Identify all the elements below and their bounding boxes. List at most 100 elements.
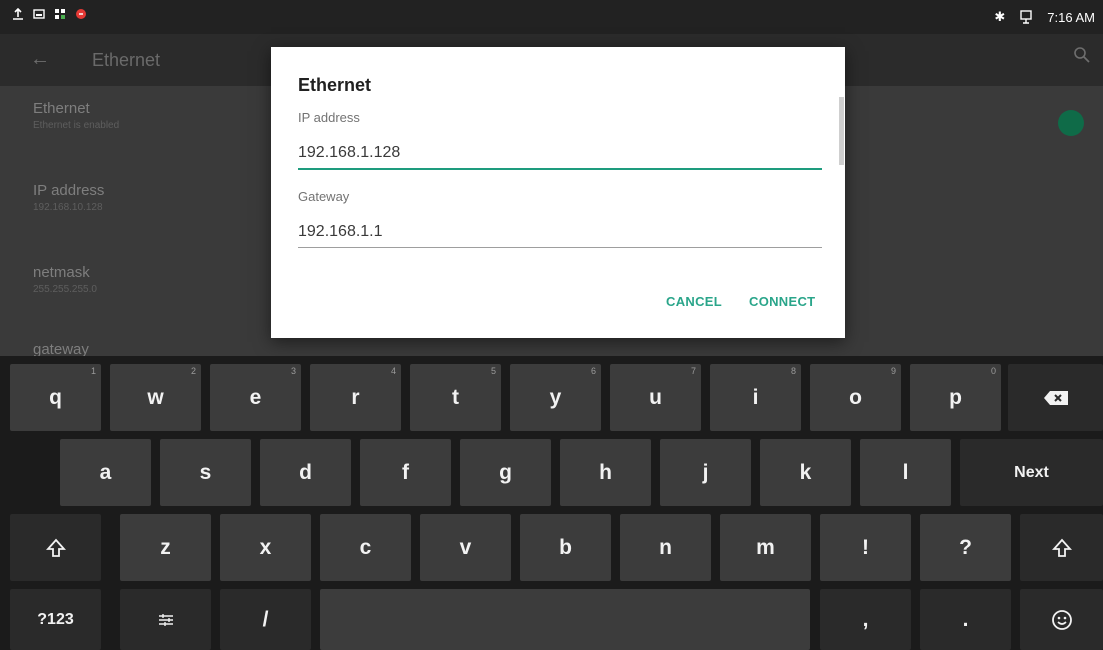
key-c[interactable]: c	[320, 514, 411, 581]
shift-key-left[interactable]	[10, 514, 101, 581]
key-label: f	[402, 460, 409, 484]
key-t[interactable]: t5	[410, 364, 501, 431]
dialog-scrollbar[interactable]	[839, 97, 844, 165]
gateway-input[interactable]	[298, 217, 822, 248]
pref-summary: 192.168.10.128	[33, 202, 103, 213]
pref-summary: 255.255.255.0	[33, 284, 97, 295]
keyboard-settings-key[interactable]	[120, 589, 211, 650]
key-hint: 6	[590, 366, 596, 376]
search-icon[interactable]	[1073, 46, 1091, 64]
key-label: ,	[862, 607, 869, 631]
ethernet-toggle[interactable]	[1058, 110, 1084, 136]
key-f[interactable]: f	[360, 439, 451, 506]
key-n[interactable]: n	[620, 514, 711, 581]
ip-address-input[interactable]	[298, 138, 822, 170]
keyboard-settings-icon	[158, 613, 173, 626]
key-label: Next	[1014, 463, 1049, 481]
key-g[interactable]: g	[460, 439, 551, 506]
key-label: b	[559, 535, 572, 559]
key-r[interactable]: r4	[310, 364, 401, 431]
key-hint: 4	[390, 366, 396, 376]
key-l[interactable]: l	[860, 439, 951, 506]
alert-icon	[76, 9, 86, 19]
key-label: n	[659, 535, 672, 559]
pref-netmask[interactable]: netmask 255.255.255.0	[33, 264, 97, 295]
key-h[interactable]: h	[560, 439, 651, 506]
key-label: .	[962, 607, 969, 631]
emoji-key[interactable]	[1020, 589, 1103, 650]
screenshot-icon	[33, 9, 45, 19]
key-label: o	[849, 385, 862, 409]
key-hint: 8	[790, 366, 796, 376]
key-m[interactable]: m	[720, 514, 811, 581]
gateway-label: Gateway	[298, 189, 350, 204]
space-key[interactable]	[320, 589, 810, 650]
key-label: u	[649, 385, 662, 409]
key-label: l	[902, 460, 909, 484]
upload-icon	[13, 8, 23, 20]
key-p[interactable]: p0	[910, 364, 1001, 431]
pref-title: IP address	[33, 182, 105, 199]
key-hint: 9	[890, 366, 896, 376]
key-q[interactable]: q1	[10, 364, 101, 431]
key-o[interactable]: o9	[810, 364, 901, 431]
notification-icons	[12, 8, 87, 20]
back-arrow-icon[interactable]: ←	[30, 48, 50, 71]
key-label: h	[599, 460, 612, 484]
key-hint: 2	[190, 366, 196, 376]
key-label: x	[259, 535, 272, 559]
status-time: 7:16 AM	[1047, 9, 1095, 25]
comma-key[interactable]: ,	[820, 589, 911, 650]
key-label: v	[459, 535, 472, 559]
key-i[interactable]: i8	[710, 364, 801, 431]
key-x[interactable]: x	[220, 514, 311, 581]
key-label: e	[249, 385, 262, 409]
pref-ip-address[interactable]: IP address 192.168.10.128	[33, 182, 104, 213]
key-label: c	[359, 535, 372, 559]
key-label: m	[756, 535, 775, 559]
key-hint: 5	[490, 366, 496, 376]
key-v[interactable]: v	[420, 514, 511, 581]
key-label: a	[99, 460, 112, 484]
key-j[interactable]: j	[660, 439, 751, 506]
key-label: j	[702, 460, 709, 484]
key-z[interactable]: z	[120, 514, 211, 581]
symbols-key[interactable]: ?123	[10, 589, 101, 650]
key-label: p	[949, 385, 962, 409]
key-s[interactable]: s	[160, 439, 251, 506]
pref-ethernet[interactable]: Ethernet Ethernet is enabled	[33, 100, 119, 131]
slash-key[interactable]: /	[220, 589, 311, 650]
key-k[interactable]: k	[760, 439, 851, 506]
connect-button[interactable]: CONNECT	[749, 294, 815, 309]
key-u[interactable]: u7	[610, 364, 701, 431]
shift-key-right[interactable]	[1020, 514, 1103, 581]
pref-title: netmask	[33, 264, 90, 281]
backspace-key[interactable]	[1008, 364, 1103, 431]
key-a[interactable]: a	[60, 439, 151, 506]
backspace-icon	[1043, 390, 1068, 405]
page-title: Ethernet	[92, 50, 161, 70]
cancel-button[interactable]: CANCEL	[666, 294, 722, 309]
key-label: g	[499, 460, 512, 484]
key-e[interactable]: e3	[210, 364, 301, 431]
ethernet-dialog: Ethernet IP address Gateway CANCEL CONNE…	[271, 47, 845, 338]
shift-icon	[1051, 538, 1072, 557]
key-label: !	[862, 535, 869, 559]
key-label: d	[299, 460, 312, 484]
key-hint: 3	[290, 366, 296, 376]
key-w[interactable]: w2	[110, 364, 201, 431]
key-y[interactable]: y6	[510, 364, 601, 431]
ip-address-label: IP address	[298, 110, 360, 125]
key-b[interactable]: b	[520, 514, 611, 581]
period-key[interactable]: .	[920, 589, 1011, 650]
key-hint: 0	[990, 366, 996, 376]
key-exclamation[interactable]: !	[820, 514, 911, 581]
key-label: k	[799, 460, 812, 484]
key-d[interactable]: d	[260, 439, 351, 506]
key-hint: 1	[90, 366, 96, 376]
key-label: y	[549, 385, 562, 409]
next-key[interactable]: Next	[960, 439, 1103, 506]
pref-title: Ethernet	[33, 100, 90, 117]
key-question[interactable]: ?	[920, 514, 1011, 581]
app-notification-icon	[55, 9, 65, 19]
